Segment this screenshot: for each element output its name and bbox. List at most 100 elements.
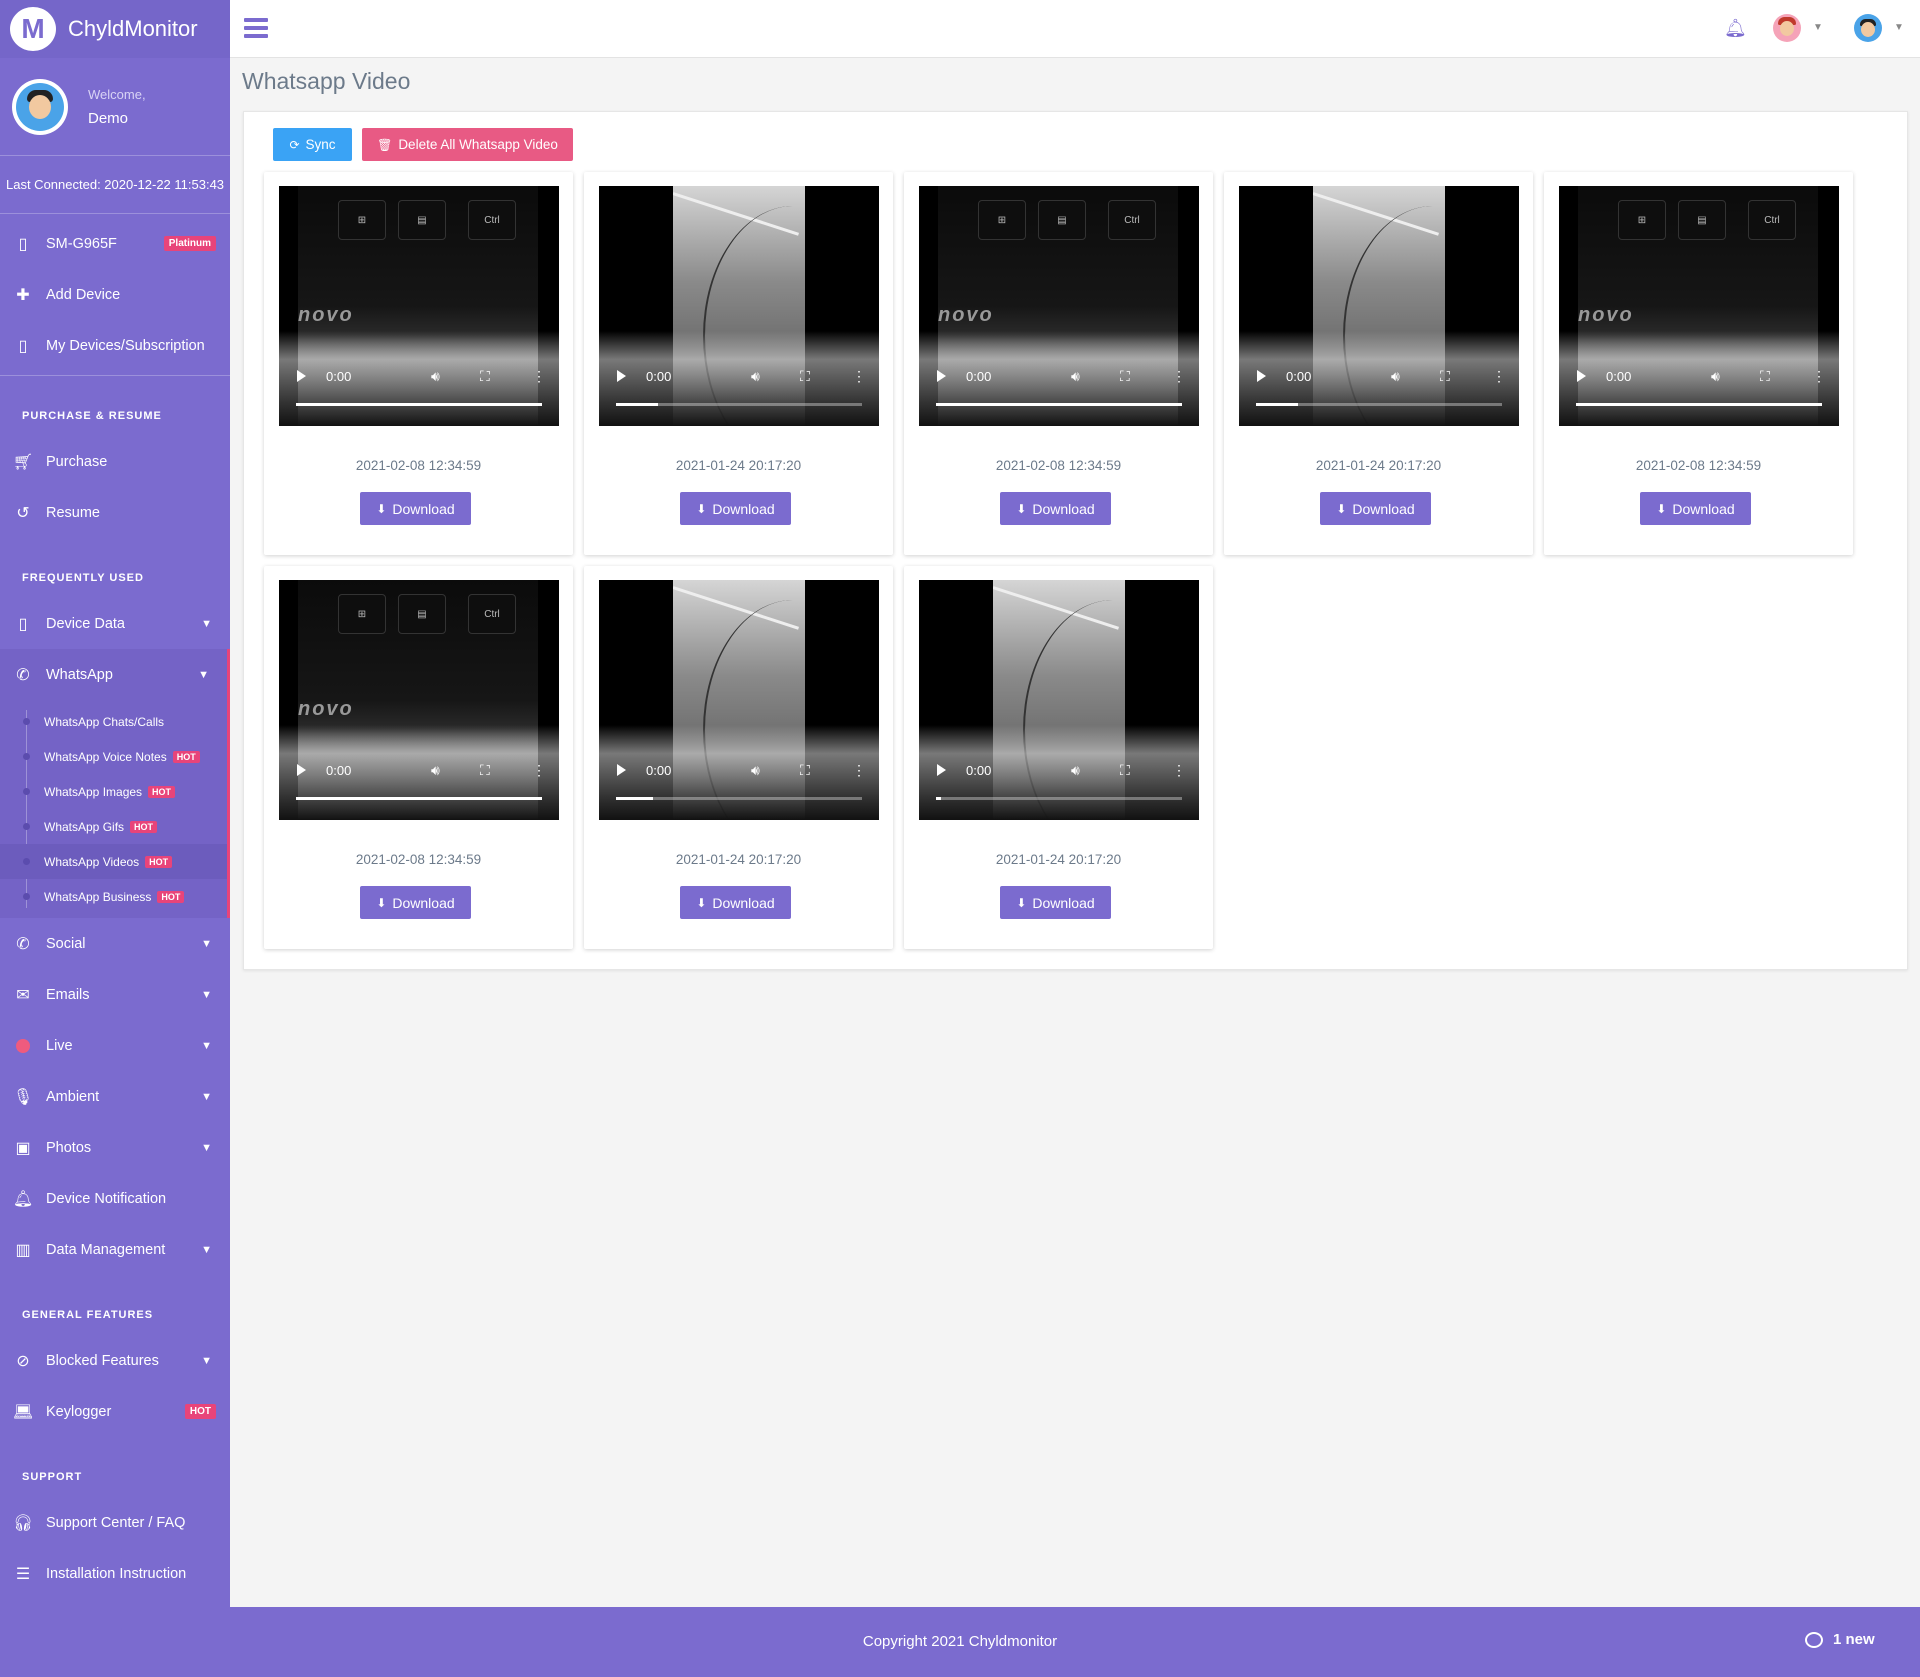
sidebar-item-purchase[interactable]: 🛒︎ Purchase (0, 436, 230, 487)
fullscreen-icon[interactable]: ⛶ (480, 368, 490, 385)
sidebar-item-whatsapp[interactable]: ✆ WhatsApp ▼ (0, 649, 230, 700)
user-avatar[interactable] (1854, 14, 1882, 42)
sidebar-item-keylogger[interactable]: 💻︎ Keylogger HOT (0, 1386, 230, 1437)
more-options-icon[interactable]: ⋮ (1172, 368, 1186, 385)
download-button[interactable]: ⬇ Download (1000, 886, 1111, 919)
play-icon[interactable] (297, 764, 306, 776)
download-button[interactable]: ⬇ Download (680, 886, 791, 919)
play-icon[interactable] (1257, 370, 1266, 382)
play-icon[interactable] (297, 370, 306, 382)
submenu-whatsapp-business[interactable]: WhatsApp Business HOT (0, 879, 227, 914)
submenu-whatsapp-images[interactable]: WhatsApp Images HOT (0, 774, 227, 809)
fullscreen-icon[interactable]: ⛶ (480, 762, 490, 779)
more-options-icon[interactable]: ⋮ (1812, 368, 1826, 385)
video-player[interactable]: 0:00 🔊︎ ⛶ ⋮ (1239, 186, 1519, 426)
video-progress[interactable] (616, 797, 862, 800)
fullscreen-icon[interactable]: ⛶ (1760, 368, 1770, 385)
volume-icon[interactable]: 🔊︎ (1711, 368, 1720, 385)
fullscreen-icon[interactable]: ⛶ (800, 368, 810, 385)
video-date: 2021-01-24 20:17:20 (675, 852, 802, 867)
submenu-whatsapp-gifs[interactable]: WhatsApp Gifs HOT (0, 809, 227, 844)
hot-badge: HOT (148, 785, 176, 798)
chevron-down-icon[interactable]: ▼ (1894, 22, 1904, 33)
fullscreen-icon[interactable]: ⛶ (1440, 368, 1450, 385)
download-button[interactable]: ⬇ Download (360, 492, 471, 525)
volume-icon[interactable]: 🔊︎ (431, 368, 440, 385)
sidebar-item-device-notification[interactable]: 🔔︎ Device Notification (0, 1173, 230, 1224)
welcome-text: Welcome, (88, 86, 146, 102)
more-options-icon[interactable]: ⋮ (852, 368, 866, 385)
sidebar-item-device-data[interactable]: ▯ Device Data ▼ (0, 598, 230, 649)
more-options-icon[interactable]: ⋮ (852, 762, 866, 779)
video-progress[interactable] (1576, 403, 1822, 406)
video-progress[interactable] (296, 797, 542, 800)
download-button[interactable]: ⬇ Download (1320, 492, 1431, 525)
more-options-icon[interactable]: ⋮ (1172, 762, 1186, 779)
live-label: Live (46, 1037, 73, 1054)
play-icon[interactable] (937, 370, 946, 382)
volume-icon[interactable]: 🔊︎ (431, 762, 440, 779)
more-options-icon[interactable]: ⋮ (532, 762, 546, 779)
video-player[interactable]: ⊞ ▤ Ctrl novo 0:00 🔊︎ ⛶ ⋮ (1559, 186, 1839, 426)
sidebar-item-emails[interactable]: ✉ Emails ▼ (0, 969, 230, 1020)
sidebar-item-support-center[interactable]: 🎧︎ Support Center / FAQ (0, 1497, 230, 1548)
submenu-whatsapp-videos[interactable]: WhatsApp Videos HOT (0, 844, 227, 879)
volume-icon[interactable]: 🔊︎ (1071, 762, 1080, 779)
video-time: 0:00 (1606, 369, 1632, 384)
play-icon[interactable] (617, 764, 626, 776)
video-player[interactable]: ⊞ ▤ Ctrl novo 0:00 🔊︎ ⛶ ⋮ (279, 580, 559, 820)
volume-icon[interactable]: 🔊︎ (751, 762, 760, 779)
video-player[interactable]: 0:00 🔊︎ ⛶ ⋮ (599, 580, 879, 820)
more-options-icon[interactable]: ⋮ (532, 368, 546, 385)
cart-icon: 🛒︎ (12, 453, 34, 471)
video-progress[interactable] (936, 797, 1182, 800)
menu-toggle-icon[interactable] (244, 18, 268, 38)
video-player[interactable]: ⊞ ▤ Ctrl novo 0:00 🔊︎ ⛶ ⋮ (279, 186, 559, 426)
video-progress[interactable] (936, 403, 1182, 406)
sidebar-item-data-management[interactable]: ▥ Data Management ▼ (0, 1224, 230, 1275)
volume-icon[interactable]: 🔊︎ (751, 368, 760, 385)
chat-widget[interactable]: 1 new (1805, 1631, 1875, 1648)
image-icon: ▣ (15, 1139, 31, 1157)
fullscreen-icon[interactable]: ⛶ (1120, 368, 1130, 385)
play-icon[interactable] (617, 370, 626, 382)
volume-icon[interactable]: 🔊︎ (1071, 368, 1080, 385)
support-avatar[interactable] (1773, 14, 1801, 42)
submenu-whatsapp-voice-notes[interactable]: WhatsApp Voice Notes HOT (0, 739, 227, 774)
sidebar-item-blocked-features[interactable]: ⊘ Blocked Features ▼ (0, 1335, 230, 1386)
fullscreen-icon[interactable]: ⛶ (800, 762, 810, 779)
play-icon[interactable] (937, 764, 946, 776)
ban-icon: ⊘ (16, 1352, 30, 1370)
brand[interactable]: M ChyldMonitor (0, 0, 230, 58)
my-devices-item[interactable]: ▯ My Devices/Subscription (0, 320, 230, 371)
submenu-whatsapp-chats[interactable]: WhatsApp Chats/Calls (0, 704, 227, 739)
volume-icon[interactable]: 🔊︎ (1391, 368, 1400, 385)
download-button[interactable]: ⬇ Download (680, 492, 791, 525)
sidebar-item-photos[interactable]: ▣ Photos ▼ (0, 1122, 230, 1173)
add-device-item[interactable]: ✚ Add Device (0, 269, 230, 320)
download-button[interactable]: ⬇ Download (360, 886, 471, 919)
download-button[interactable]: ⬇ Download (1640, 492, 1751, 525)
video-progress[interactable] (1256, 403, 1502, 406)
phone-icon: ▯ (18, 615, 28, 633)
submenu-label: WhatsApp Business (44, 889, 152, 904)
download-button[interactable]: ⬇ Download (1000, 492, 1111, 525)
sidebar-item-social[interactable]: ✆ Social ▼ (0, 918, 230, 969)
video-player[interactable]: 0:00 🔊︎ ⛶ ⋮ (599, 186, 879, 426)
video-progress[interactable] (296, 403, 542, 406)
sidebar-item-live[interactable]: Live ▼ (0, 1020, 230, 1071)
sidebar-item-resume[interactable]: ↺ Resume (0, 487, 230, 538)
device-item-sm-g965f[interactable]: ▯ SM-G965F Platinum (0, 218, 230, 269)
video-player[interactable]: ⊞ ▤ Ctrl novo 0:00 🔊︎ ⛶ ⋮ (919, 186, 1199, 426)
video-progress[interactable] (616, 403, 862, 406)
more-options-icon[interactable]: ⋮ (1492, 368, 1506, 385)
delete-all-button[interactable]: 🗑︎ Delete All Whatsapp Video (362, 128, 573, 161)
video-player[interactable]: 0:00 🔊︎ ⛶ ⋮ (919, 580, 1199, 820)
sidebar-item-installation[interactable]: ☰ Installation Instruction (0, 1548, 230, 1599)
play-icon[interactable] (1577, 370, 1586, 382)
bell-icon[interactable]: 🔔︎ (1724, 18, 1747, 39)
chevron-down-icon[interactable]: ▼ (1813, 22, 1823, 33)
sync-button[interactable]: ⟳ Sync (273, 128, 352, 161)
fullscreen-icon[interactable]: ⛶ (1120, 762, 1130, 779)
sidebar-item-ambient[interactable]: 🎙︎ Ambient ▼ (0, 1071, 230, 1122)
